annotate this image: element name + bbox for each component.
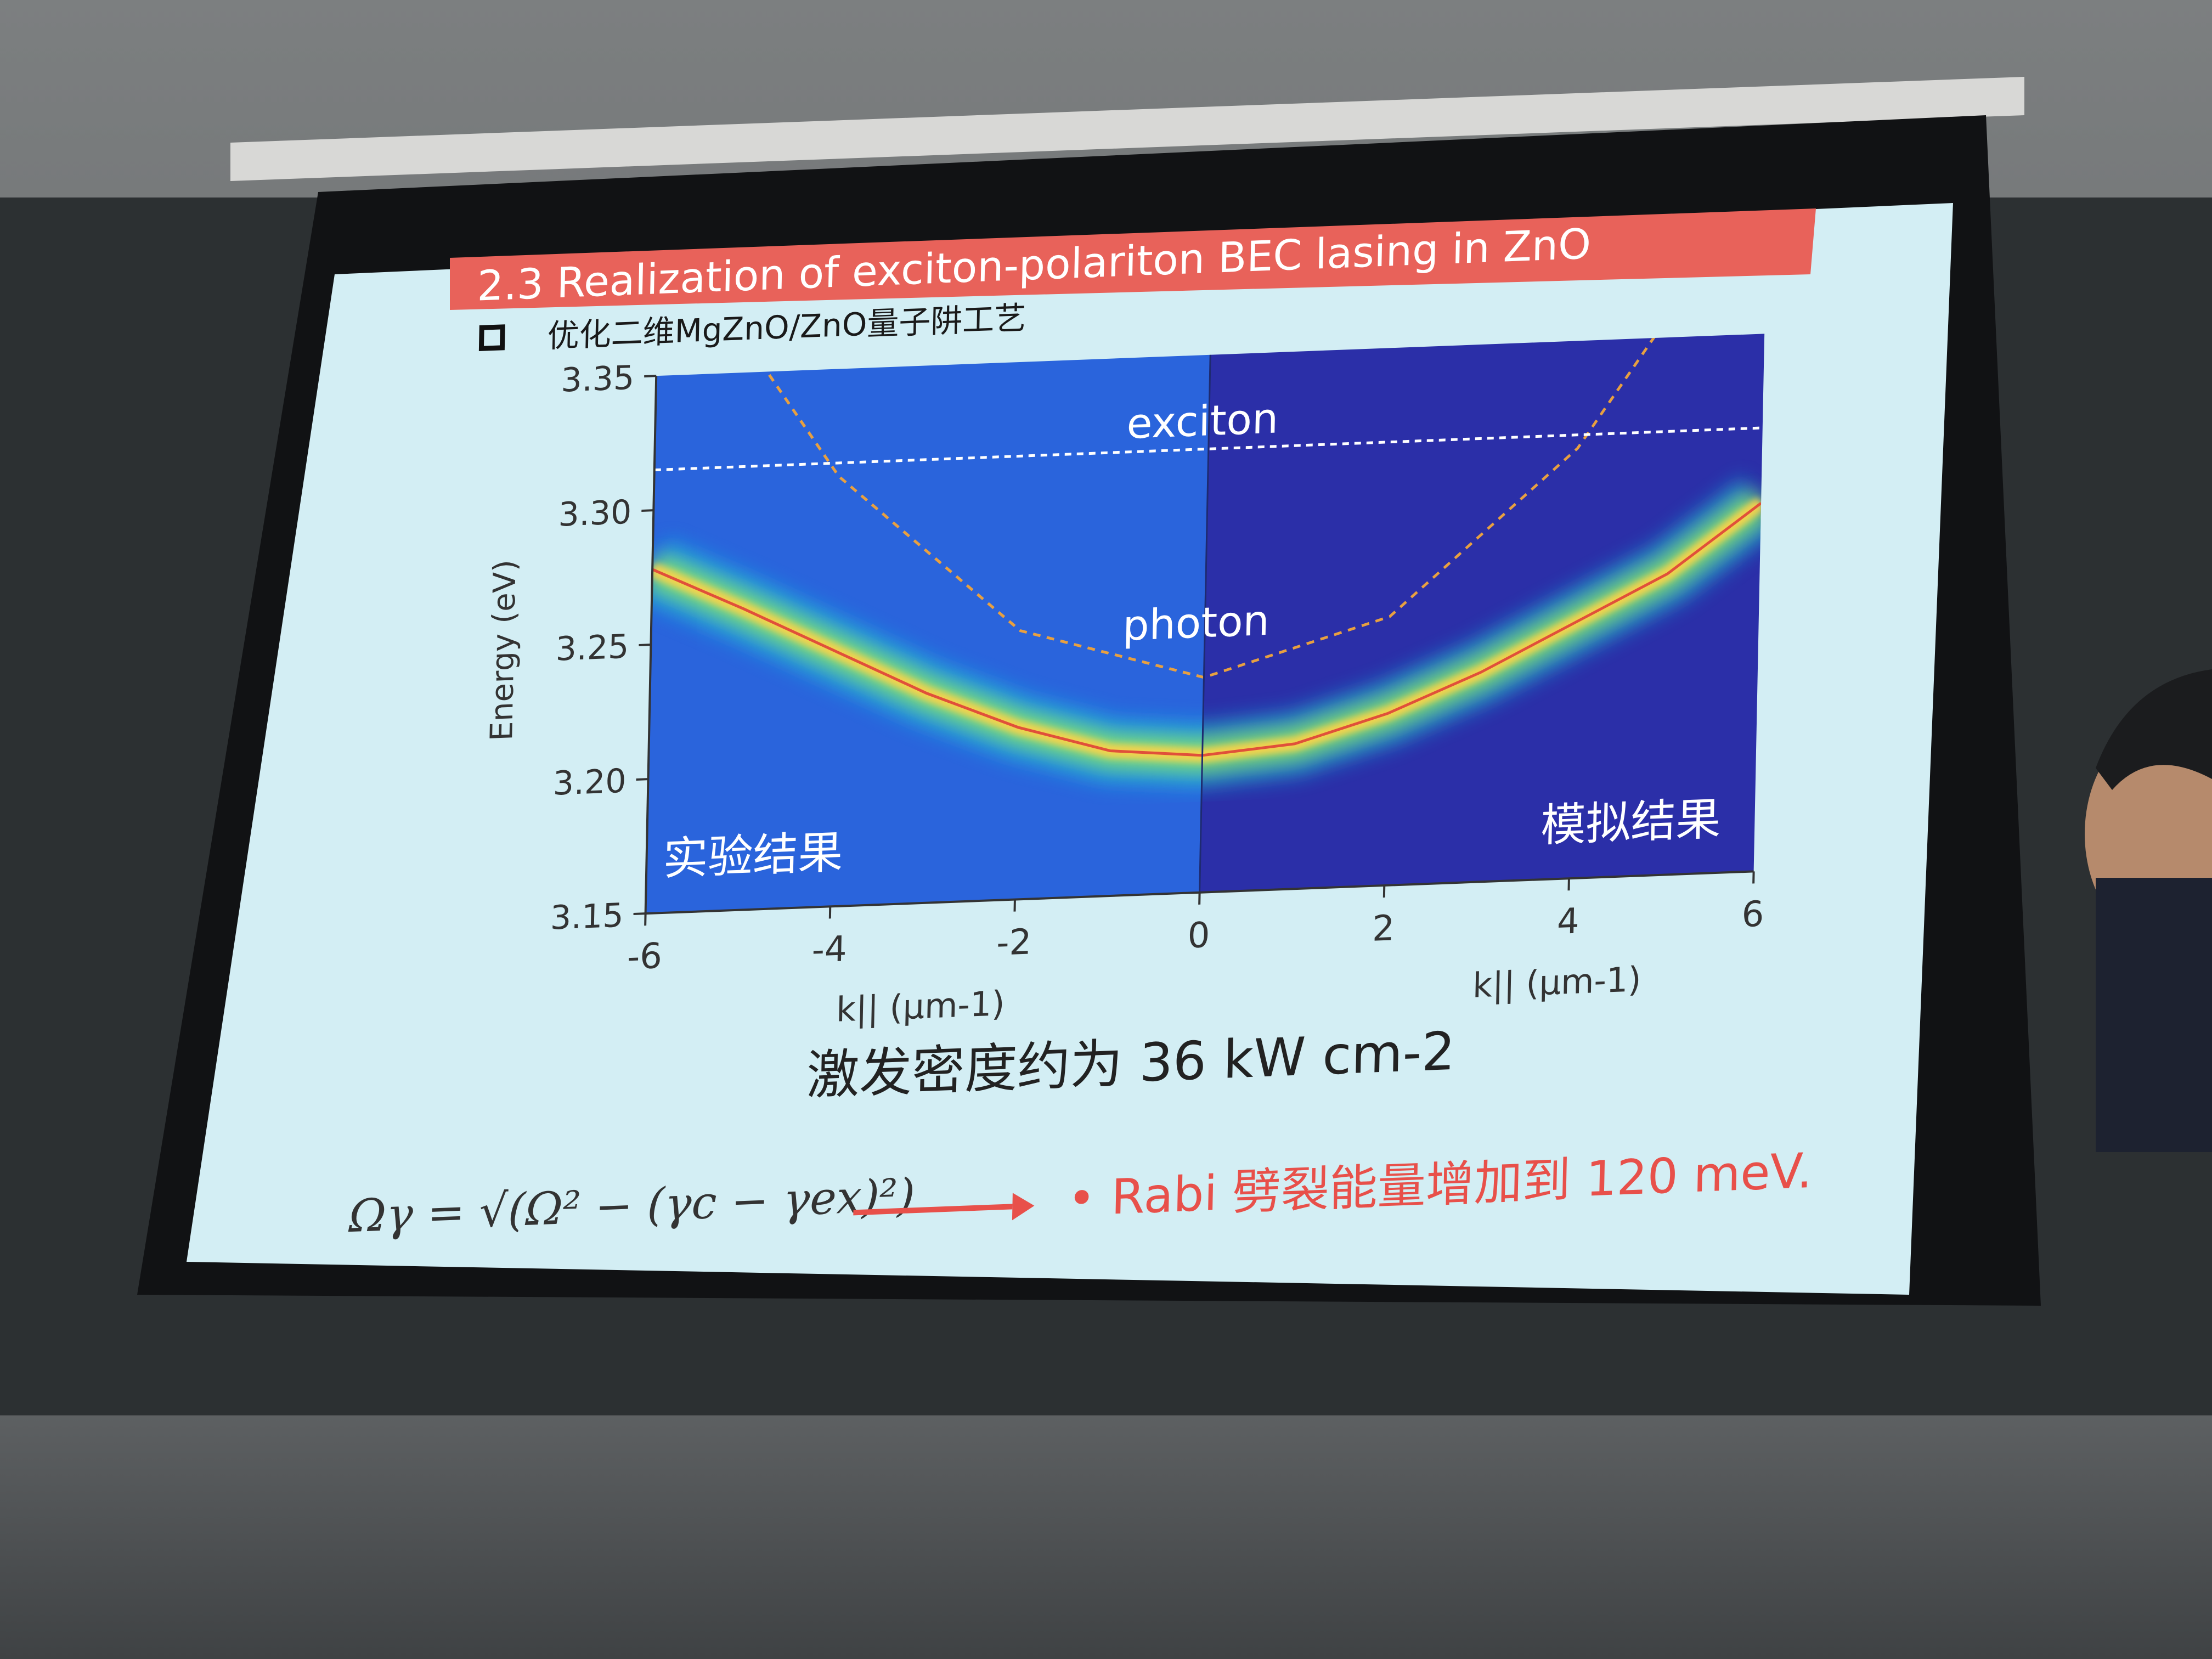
presenter-silhouette [2085,669,2212,1152]
